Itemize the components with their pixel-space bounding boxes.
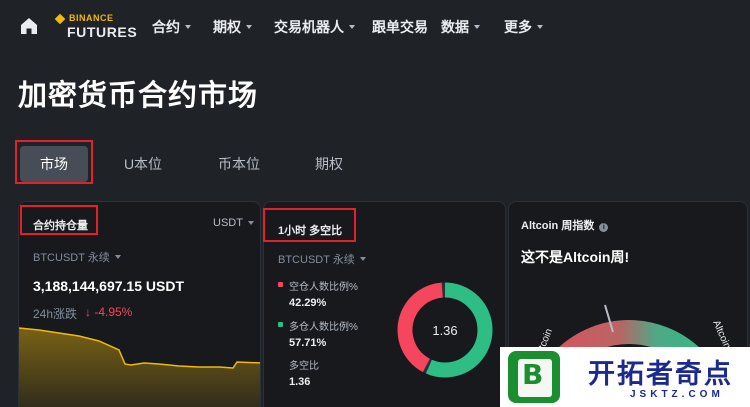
- tab-usdt-margined[interactable]: U本位: [112, 146, 174, 182]
- chevron-down-icon: [114, 255, 121, 259]
- page-title: 加密货币合约市场: [18, 80, 259, 112]
- tab-options[interactable]: 期权: [302, 146, 356, 182]
- highlight-box: [20, 205, 98, 235]
- watermark-logo-letter: B: [522, 358, 544, 391]
- chevron-down-icon: [349, 25, 355, 29]
- watermark-url: JSKTZ.COM: [630, 389, 724, 400]
- chevron-down-icon: [247, 221, 254, 225]
- binance-logo-icon: [54, 13, 66, 25]
- gauge-right-label: Altcoin: [710, 319, 732, 351]
- highlight-box: [263, 208, 356, 242]
- donut-center-value: 1.36: [432, 323, 457, 338]
- symbol-select[interactable]: BTCUSDT 永续: [278, 251, 366, 267]
- long-value: 57.71%: [289, 337, 327, 349]
- short-legend-swatch: [278, 282, 283, 287]
- long-label: 多仓人数比例%: [289, 322, 358, 333]
- ratio-value: 1.36: [289, 376, 311, 388]
- logo-text-top: BINANCE: [69, 13, 114, 23]
- watermark-logo: B: [508, 351, 560, 403]
- short-value: 42.29%: [289, 297, 327, 309]
- watermark-text: 开拓者奇点: [588, 359, 733, 389]
- nav-item-contracts[interactable]: 合约: [152, 17, 191, 37]
- nav-item-more[interactable]: 更多: [504, 17, 543, 37]
- highlight-box: [15, 140, 93, 184]
- open-interest-value: 3,188,144,697.15 USDT: [33, 278, 184, 294]
- long-short-donut: 1.36: [397, 282, 493, 378]
- chevron-down-icon: [185, 25, 191, 29]
- nav-item-data[interactable]: 数据: [441, 17, 480, 37]
- chevron-down-icon: [474, 25, 480, 29]
- ratio-label: 多空比: [289, 361, 319, 372]
- top-nav: BINANCE FUTURES 合约 期权 交易机器人 跟单交易 数据 更多: [0, 0, 750, 52]
- home-icon[interactable]: [19, 16, 39, 36]
- nav-item-options[interactable]: 期权: [213, 17, 252, 37]
- chevron-down-icon: [246, 25, 252, 29]
- nav-item-trading-bots[interactable]: 交易机器人: [274, 17, 355, 37]
- nav-item-copy-trading[interactable]: 跟单交易: [372, 17, 428, 37]
- open-interest-sparkline: [19, 327, 260, 407]
- symbol-select[interactable]: BTCUSDT 永续: [33, 249, 121, 265]
- binance-futures-logo[interactable]: BINANCE FUTURES: [54, 12, 140, 40]
- altcoin-title: Altcoin 周指数 i: [521, 217, 609, 233]
- watermark: B 开拓者奇点 JSKTZ.COM: [500, 347, 750, 407]
- logo-text-bottom: FUTURES: [67, 24, 138, 40]
- unit-select[interactable]: USDT: [213, 217, 254, 229]
- chevron-down-icon: [537, 25, 543, 29]
- short-label: 空仓人数比例%: [289, 282, 358, 293]
- change-value: ↓ -4.95%: [85, 305, 133, 319]
- tab-coin-margined[interactable]: 币本位: [206, 146, 272, 182]
- long-legend-swatch: [278, 322, 283, 327]
- altcoin-message: 这不是Altcoin周!: [521, 249, 630, 265]
- chevron-down-icon: [359, 257, 366, 261]
- info-icon[interactable]: i: [599, 223, 609, 232]
